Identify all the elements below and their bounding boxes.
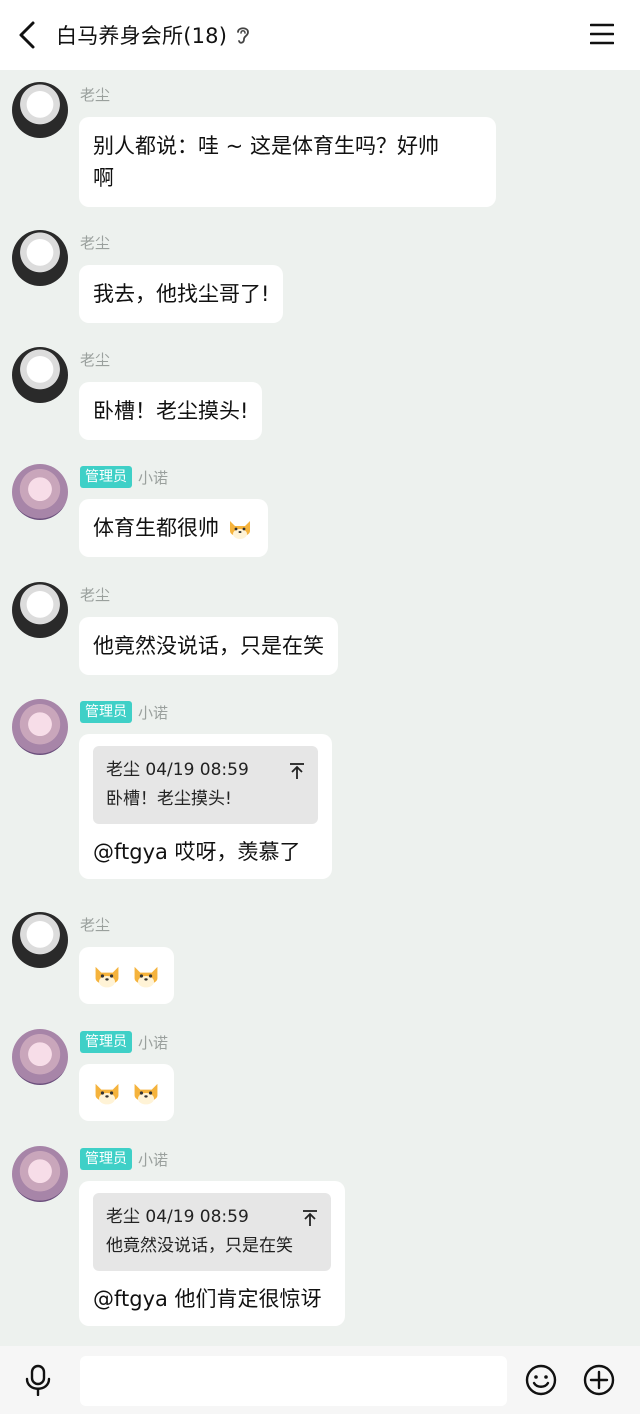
chat-title-group[interactable]: 白马养身会所(18) [56,20,251,50]
message-bubble[interactable] [79,947,174,1004]
message-text: @ftgya 他们肯定很惊讶 [93,1287,322,1311]
shiba-emoji-icon [134,1083,158,1105]
message-text: 我去，他找尘哥了! [93,282,270,306]
sender-info: 管理员 小诺 [80,701,168,723]
message-text: 别人都说：哇 ~ 这是体育生吗？好帅 [93,134,439,158]
quote-text: 卧槽！老尘摸头! [106,789,232,809]
quoted-message[interactable]: 老尘 04/19 08:59 卧槽！老尘摸头! [93,746,318,824]
sender-info: 老尘 [80,914,110,935]
avatar[interactable] [12,230,68,286]
smiley-icon[interactable] [525,1364,557,1396]
plus-circle-icon[interactable] [583,1364,615,1396]
admin-badge: 管理员 [80,1148,132,1170]
chevron-left-icon[interactable] [14,18,42,52]
message-bubble[interactable] [79,1064,174,1121]
sender-name: 小诺 [138,703,169,722]
avatar[interactable] [12,1029,68,1085]
input-bar [0,1346,640,1414]
message-bubble[interactable]: 卧槽！老尘摸头! [79,382,263,440]
message-bubble[interactable]: 老尘 04/19 08:59 卧槽！老尘摸头! @ftgya 哎呀，羡慕了 [79,734,332,879]
avatar[interactable] [12,82,68,138]
sender-info: 管理员 小诺 [80,1031,168,1053]
sender-info: 老尘 [80,584,110,605]
shiba-emoji-icon [134,966,158,988]
sender-name: 小诺 [138,468,169,487]
sender-name: 小诺 [138,1150,169,1169]
sender-name: 老尘 [80,351,111,369]
message-text: 他竟然没说话，只是在笑 [93,634,324,658]
quote-text: 他竟然没说话，只是在笑 [106,1236,293,1256]
sender-name: 老尘 [80,586,111,604]
jump-to-top-icon[interactable] [301,1209,319,1227]
shiba-emoji-icon [229,521,250,539]
avatar[interactable] [12,699,68,755]
sender-name: 老尘 [80,86,111,104]
chat-header: 白马养身会所(18) [0,0,640,70]
avatar[interactable] [12,464,68,520]
message-text: 卧槽！老尘摸头! [93,399,249,423]
sender-name: 老尘 [80,234,111,252]
message-list[interactable]: 老尘 别人都说：哇 ~ 这是体育生吗？好帅 啊 老尘 我去，他找尘哥了! 老尘 … [0,70,640,1346]
message-input[interactable] [80,1356,507,1406]
quote-meta: 老尘 04/19 08:59 [106,1207,249,1227]
sender-info: 老尘 [80,84,110,105]
sender-info: 老尘 [80,349,110,370]
avatar[interactable] [12,582,68,638]
admin-badge: 管理员 [80,1031,132,1053]
hamburger-menu-icon[interactable] [590,22,614,46]
avatar[interactable] [12,912,68,968]
message-text-line2: 啊 [93,166,114,190]
message-bubble[interactable]: 我去，他找尘哥了! [79,265,284,323]
shiba-emoji-icon [95,966,119,988]
ear-icon [237,27,250,44]
jump-to-top-icon[interactable] [288,762,306,780]
message-bubble[interactable]: 他竟然没说话，只是在笑 [79,617,338,675]
sender-info: 管理员 小诺 [80,466,168,488]
sender-name: 老尘 [80,916,111,934]
avatar[interactable] [12,1146,68,1202]
avatar[interactable] [12,347,68,403]
admin-badge: 管理员 [80,466,132,488]
sender-info: 老尘 [80,232,110,253]
chat-title: 白马养身会所(18) [56,24,228,48]
message-bubble[interactable]: 体育生都很帅 [79,499,268,557]
sender-info: 管理员 小诺 [80,1148,168,1170]
message-text: @ftgya 哎呀，羡慕了 [93,840,301,864]
quote-meta: 老尘 04/19 08:59 [106,760,249,780]
admin-badge: 管理员 [80,701,132,723]
message-bubble[interactable]: 老尘 04/19 08:59 他竟然没说话，只是在笑 @ftgya 他们肯定很惊… [79,1181,345,1326]
message-text: 体育生都很帅 [93,516,219,540]
sender-name: 小诺 [138,1033,169,1052]
microphone-icon[interactable] [24,1364,52,1396]
message-bubble[interactable]: 别人都说：哇 ~ 这是体育生吗？好帅 啊 [79,117,496,207]
shiba-emoji-icon [95,1083,119,1105]
quoted-message[interactable]: 老尘 04/19 08:59 他竟然没说话，只是在笑 [93,1193,331,1271]
